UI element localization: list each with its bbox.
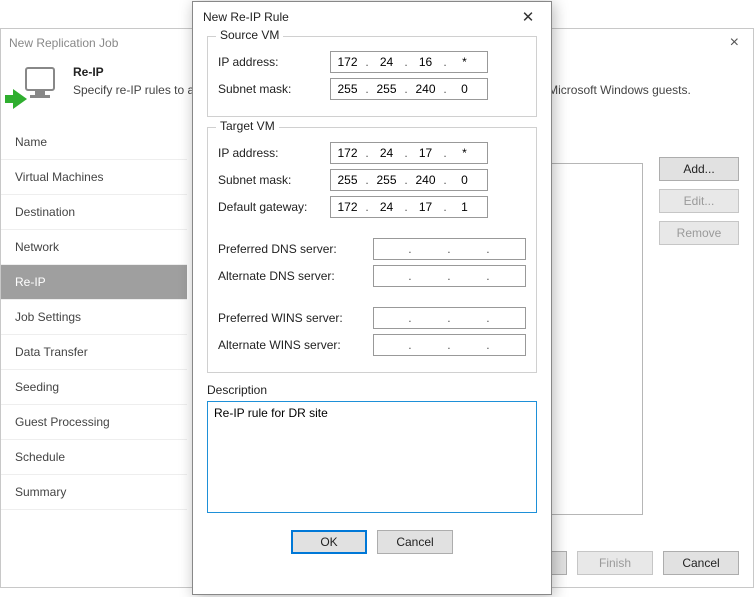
pref-wins-octet-4[interactable] [491, 311, 524, 325]
source-ip-octet-1[interactable] [331, 55, 364, 69]
source-vm-group: Source VM IP address: . . . Subnet mask: [207, 36, 537, 117]
target-ip-octet-2[interactable] [370, 146, 403, 160]
replication-icon [15, 67, 59, 111]
nav-item-schedule[interactable]: Schedule [1, 440, 187, 475]
source-mask-octet-2[interactable] [370, 82, 403, 96]
remove-button: Remove [659, 221, 739, 245]
dialog-footer: OK Cancel [193, 522, 551, 566]
target-ip-octet-3[interactable] [409, 146, 442, 160]
source-ip-octet-3[interactable] [409, 55, 442, 69]
cancel-button[interactable]: Cancel [663, 551, 739, 575]
nav-item-name[interactable]: Name [1, 125, 187, 160]
source-vm-legend: Source VM [216, 28, 283, 42]
target-ip-octet-4[interactable] [448, 146, 481, 160]
source-mask-octet-1[interactable] [331, 82, 364, 96]
nav-item-virtual-machines[interactable]: Virtual Machines [1, 160, 187, 195]
pref-dns-octet-4[interactable] [491, 242, 524, 256]
wizard-title: New Replication Job [9, 36, 118, 50]
edit-button: Edit... [659, 189, 739, 213]
target-mask-octet-3[interactable] [409, 173, 442, 187]
alt-dns-octet-4[interactable] [491, 269, 524, 283]
target-mask-label: Subnet mask: [218, 173, 330, 187]
close-icon[interactable]: ✕ [511, 5, 545, 29]
finish-button: Finish [577, 551, 653, 575]
nav-item-summary[interactable]: Summary [1, 475, 187, 510]
nav-item-guest-processing[interactable]: Guest Processing [1, 405, 187, 440]
target-mask-input[interactable]: . . . [330, 169, 488, 191]
target-gateway-input[interactable]: . . . [330, 196, 488, 218]
ok-button[interactable]: OK [291, 530, 367, 554]
pref-wins-octet-2[interactable] [413, 311, 446, 325]
preferred-dns-label: Preferred DNS server: [218, 242, 373, 256]
wizard-nav: Name Virtual Machines Destination Networ… [1, 125, 187, 551]
target-gateway-label: Default gateway: [218, 200, 330, 214]
alternate-dns-input[interactable]: . . . [373, 265, 526, 287]
nav-item-destination[interactable]: Destination [1, 195, 187, 230]
target-ip-octet-1[interactable] [331, 146, 364, 160]
pref-dns-octet-1[interactable] [374, 242, 407, 256]
nav-item-data-transfer[interactable]: Data Transfer [1, 335, 187, 370]
pref-wins-octet-1[interactable] [374, 311, 407, 325]
reip-rule-dialog: New Re-IP Rule ✕ Source VM IP address: .… [192, 1, 552, 595]
close-icon[interactable]: × [724, 33, 745, 53]
nav-item-seeding[interactable]: Seeding [1, 370, 187, 405]
nav-item-re-ip[interactable]: Re-IP [1, 265, 187, 300]
alt-wins-octet-4[interactable] [491, 338, 524, 352]
alt-dns-octet-1[interactable] [374, 269, 407, 283]
target-gw-octet-2[interactable] [370, 200, 403, 214]
target-ip-label: IP address: [218, 146, 330, 160]
preferred-wins-label: Preferred WINS server: [218, 311, 373, 325]
source-mask-label: Subnet mask: [218, 82, 330, 96]
add-button[interactable]: Add... [659, 157, 739, 181]
source-ip-octet-4[interactable] [448, 55, 481, 69]
source-mask-octet-4[interactable] [448, 82, 481, 96]
source-ip-octet-2[interactable] [370, 55, 403, 69]
nav-item-network[interactable]: Network [1, 230, 187, 265]
alt-wins-octet-1[interactable] [374, 338, 407, 352]
alternate-dns-label: Alternate DNS server: [218, 269, 373, 283]
target-mask-octet-4[interactable] [448, 173, 481, 187]
pref-dns-octet-2[interactable] [413, 242, 446, 256]
preferred-dns-input[interactable]: . . . [373, 238, 526, 260]
preferred-wins-input[interactable]: . . . [373, 307, 526, 329]
source-ip-input[interactable]: . . . [330, 51, 488, 73]
source-mask-input[interactable]: . . . [330, 78, 488, 100]
target-ip-input[interactable]: . . . [330, 142, 488, 164]
alt-dns-octet-3[interactable] [452, 269, 485, 283]
cancel-button[interactable]: Cancel [377, 530, 453, 554]
target-gw-octet-1[interactable] [331, 200, 364, 214]
alternate-wins-input[interactable]: . . . [373, 334, 526, 356]
target-gw-octet-4[interactable] [448, 200, 481, 214]
source-ip-label: IP address: [218, 55, 330, 69]
alternate-wins-label: Alternate WINS server: [218, 338, 373, 352]
alt-wins-octet-2[interactable] [413, 338, 446, 352]
target-mask-octet-2[interactable] [370, 173, 403, 187]
description-label: Description [207, 383, 537, 397]
target-gw-octet-3[interactable] [409, 200, 442, 214]
target-mask-octet-1[interactable] [331, 173, 364, 187]
pref-dns-octet-3[interactable] [452, 242, 485, 256]
alt-wins-octet-3[interactable] [452, 338, 485, 352]
target-vm-group: Target VM IP address: . . . Subnet mask: [207, 127, 537, 373]
source-mask-octet-3[interactable] [409, 82, 442, 96]
description-input[interactable] [207, 401, 537, 513]
nav-item-job-settings[interactable]: Job Settings [1, 300, 187, 335]
dialog-title: New Re-IP Rule [203, 10, 289, 24]
pref-wins-octet-3[interactable] [452, 311, 485, 325]
alt-dns-octet-2[interactable] [413, 269, 446, 283]
target-vm-legend: Target VM [216, 119, 279, 133]
